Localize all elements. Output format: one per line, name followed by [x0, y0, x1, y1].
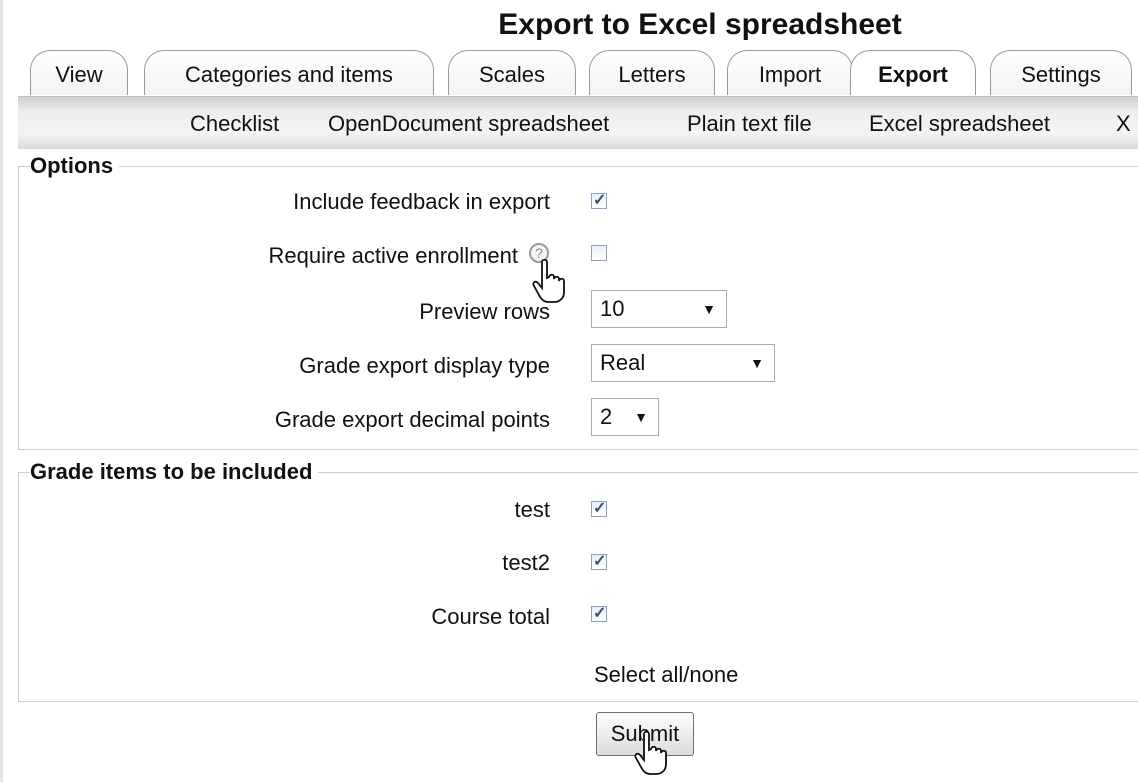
grade-item-checkbox[interactable]: ✓ [591, 605, 607, 622]
check-icon: ✓ [593, 605, 607, 622]
check-icon: ✓ [593, 553, 607, 570]
subtab-plain-text[interactable]: Plain text file [687, 111, 812, 137]
subtab-opendocument[interactable]: OpenDocument spreadsheet [328, 111, 609, 137]
hand-pointer-cursor-icon [532, 258, 565, 303]
preview-rows-value: 10 [600, 296, 625, 321]
grade-item-label: test [514, 497, 550, 522]
tab-import[interactable]: Import [727, 50, 853, 95]
display-type-label: Grade export display type [299, 353, 550, 378]
hand-pointer-cursor-icon [634, 730, 667, 775]
page-title: Export to Excel spreadsheet [498, 8, 902, 41]
left-rule [0, 0, 3, 782]
tab-export[interactable]: Export [850, 50, 976, 95]
decimal-points-value: 2 [600, 404, 613, 429]
display-type-select[interactable]: Real ▼ [591, 344, 775, 382]
subtab-xml[interactable]: X [1116, 111, 1131, 137]
subtab-checklist[interactable]: Checklist [190, 111, 279, 137]
check-icon: ✓ [593, 192, 607, 209]
preview-rows-select[interactable]: 10 ▼ [591, 290, 727, 328]
grade-item-checkbox[interactable]: ✓ [591, 553, 607, 570]
subtab-bar: Checklist OpenDocument spreadsheet Plain… [18, 96, 1138, 149]
options-legend: Options [30, 153, 120, 179]
options-fieldset [18, 166, 1138, 450]
grade-items-fieldset [18, 472, 1138, 702]
decimal-points-label: Grade export decimal points [274, 407, 550, 432]
tab-categories-and-items[interactable]: Categories and items [144, 50, 434, 95]
chevron-down-icon: ▼ [634, 409, 648, 425]
chevron-down-icon: ▼ [702, 301, 716, 317]
grade-item-checkbox[interactable]: ✓ [591, 500, 607, 517]
tab-letters[interactable]: Letters [589, 50, 715, 95]
grade-items-legend: Grade items to be included [30, 459, 319, 485]
chevron-down-icon: ▼ [750, 355, 764, 371]
grade-item-label: Course total [431, 604, 550, 629]
include-feedback-checkbox[interactable]: ✓ [591, 192, 607, 209]
select-all-none-link[interactable]: Select all/none [594, 662, 738, 688]
tab-view[interactable]: View [30, 50, 128, 95]
include-feedback-label: Include feedback in export [293, 189, 550, 214]
require-active-label: Require active enrollment [268, 243, 518, 268]
check-icon: ✓ [593, 500, 607, 517]
tab-scales[interactable]: Scales [448, 50, 576, 95]
subtab-excel[interactable]: Excel spreadsheet [869, 111, 1050, 137]
tab-settings[interactable]: Settings [990, 50, 1132, 95]
require-active-checkbox[interactable] [591, 245, 607, 261]
decimal-points-select[interactable]: 2 ▼ [591, 398, 659, 436]
display-type-value: Real [600, 350, 646, 375]
grade-item-label: test2 [502, 550, 550, 575]
